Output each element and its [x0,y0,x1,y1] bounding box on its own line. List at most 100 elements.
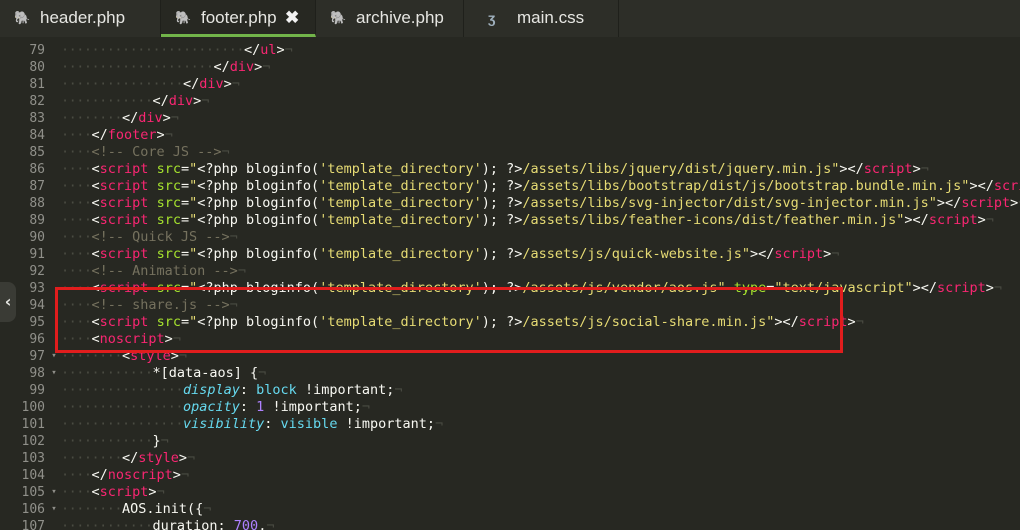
code-line[interactable]: 85 · · · · <!-- Core JS -->¬ [0,144,1020,161]
code-token: <!-- Quick JS --> [91,229,230,245]
code-token: > [1010,195,1019,211]
code-token: : [239,382,257,398]
code-token: > [178,450,188,466]
code-line[interactable]: 90 · · · · <!-- Quick JS -->¬ [0,229,1020,246]
code-token: "text/javascript" [774,280,913,296]
line-number: 97 [29,349,45,364]
code-token: : [264,416,281,432]
code-token: > [985,280,994,296]
code-line[interactable]: 102 · · · · · · · · · · · ·}¬ [0,433,1020,450]
code-token: ></ [912,280,937,296]
tab-header-php[interactable]: 🐘 header.php [0,0,161,37]
fold-arrow-icon[interactable]: ▾ [49,484,59,501]
code-token: < [91,161,100,177]
code-line[interactable]: 105 ▾ · · · · <script>¬ [0,484,1020,501]
code-text: <script src="<?php bloginfo('template_di… [91,280,1003,296]
code-token: </ [91,127,108,143]
code-line[interactable]: 96 · · · · <noscript>¬ [0,331,1020,348]
tab-archive-php[interactable]: 🐘 archive.php [316,0,464,37]
fold-arrow-icon[interactable]: ▾ [49,501,59,518]
code-line[interactable]: 95 · · · · <script src="<?php bloginfo('templ… [0,314,1020,331]
code-token: < [91,178,100,194]
code-token: ); [481,314,507,330]
code-token: div [229,59,255,75]
code-text: display: block !important;¬ [183,382,403,398]
code-line[interactable]: 84 · · · · </footer>¬ [0,127,1020,144]
line-number: 87 [29,179,45,194]
code-token: > [170,348,179,364]
code-line[interactable]: 101 · · · · · · · · · · · · · · · · visibility: visible !… [0,416,1020,433]
code-text: <script src="<?php bloginfo('template_di… [91,212,994,228]
code-token: </ [152,93,169,109]
code-line[interactable]: 92 · · · · <!-- Animation -->¬ [0,263,1020,280]
code-line[interactable]: 94 · · · · <!-- share.js -->¬ [0,297,1020,314]
code-line[interactable]: 106 ▾ · · · · · · · · AOS.init({¬ [0,501,1020,518]
code-line[interactable]: 98 ▾ · · · · · · · · · · · · *[data-aos] {¬ [0,365,1020,382]
code-line[interactable]: 86 · · · · <script src="<?php bloginfo('templ… [0,161,1020,178]
code-token: ?> [506,178,523,194]
code-token: bloginfo [246,161,312,177]
code-token: ( [311,246,320,262]
code-token: AOS.init({ [122,501,204,517]
code-line[interactable]: 91 · · · · <script src="<?php bloginfo('templ… [0,246,1020,263]
chevron-left-icon[interactable]: ‹ [0,282,16,322]
code-token: ul [260,42,277,58]
code-line[interactable]: 97 ▾ · · · · · · · · <style>¬ [0,348,1020,365]
code-line[interactable]: 88 · · · · <script src="<?php bloginfo('templ… [0,195,1020,212]
code-line[interactable]: 103 · · · · · · · · </style>¬ [0,450,1020,467]
code-token: 700 [233,518,259,530]
code-line[interactable]: 79 · · · · · · · · · · · · · · · · · · · · · · · · </ul>¬ [0,42,1020,59]
code-line[interactable]: 80 · · · · · · · · · · · · · · · · · · · · </div>¬ [0,59,1020,76]
code-line[interactable]: 93 · · · · <script src="<?php bloginfo('templ… [0,280,1020,297]
code-editor[interactable]: 79 · · · · · · · · · · · · · · · · · · · · · · · · </ul>¬ 80 · · · · · ·… [0,37,1020,530]
code-token: ></ [904,212,929,228]
code-token: " [189,195,198,211]
code-line[interactable]: 81 · · · · · · · · · · · · · · · · </div>¬ [0,76,1020,93]
code-line[interactable]: 104 · · · · </noscript>¬ [0,467,1020,484]
code-line[interactable]: 87 · · · · <script src="<?php bloginfo('templ… [0,178,1020,195]
code-token: /assets/js/vendor/aos.js" [522,280,726,296]
fold-arrow-icon[interactable]: ▾ [49,348,59,365]
close-icon[interactable]: ✖ [285,0,299,36]
code-token: > [276,42,285,58]
code-line[interactable]: 99 · · · · · · · · · · · · · · · · display: block !import… [0,382,1020,399]
code-token: div [138,110,163,126]
code-token: visibility [183,416,265,432]
line-number: 99 [29,383,45,398]
code-token: ></ [936,195,962,211]
code-token: " [189,178,198,194]
code-token: <!-- share.js --> [91,297,230,313]
code-text: </style>¬ [122,450,196,466]
code-text: </div>¬ [122,110,179,126]
code-line[interactable]: 89 · · · · <script src="<?php bloginfo('templ… [0,212,1020,229]
fold-arrow-icon[interactable]: ▾ [49,365,59,382]
code-token: src [156,195,181,211]
code-token: </ [91,467,108,483]
code-token: < [122,348,131,364]
line-number: 107 [21,519,45,530]
code-token: = [180,178,190,194]
tab-label: archive.php [356,8,444,27]
code-line[interactable]: 82 · · · · · · · · · · · · </div>¬ [0,93,1020,110]
line-number: 83 [29,111,45,126]
code-token: !important; [337,416,435,432]
code-line[interactable]: 107 · · · · · · · · · · · · duration: 700,¬ [0,518,1020,530]
code-token: bloginfo [246,178,312,194]
code-line[interactable]: 100 · · · · · · · · · · · · · · · · opacity: 1 !important… [0,399,1020,416]
code-token: : [217,518,234,530]
code-token: > [977,212,986,228]
code-line[interactable]: 83 · · · · · · · · </div>¬ [0,110,1020,127]
code-token: > [148,484,157,500]
tab-main-css[interactable]: ʒ main.css [464,0,619,37]
code-token: !important; [296,382,395,398]
code-text: <script src="<?php bloginfo('template_di… [91,246,840,262]
code-token: script [99,195,149,211]
code-token: < [91,280,100,296]
tab-footer-php[interactable]: 🐘 footer.php ✖ [161,0,316,37]
code-token: ( [311,161,320,177]
code-token: script [99,212,149,228]
code-text: duration: 700,¬ [153,518,275,530]
